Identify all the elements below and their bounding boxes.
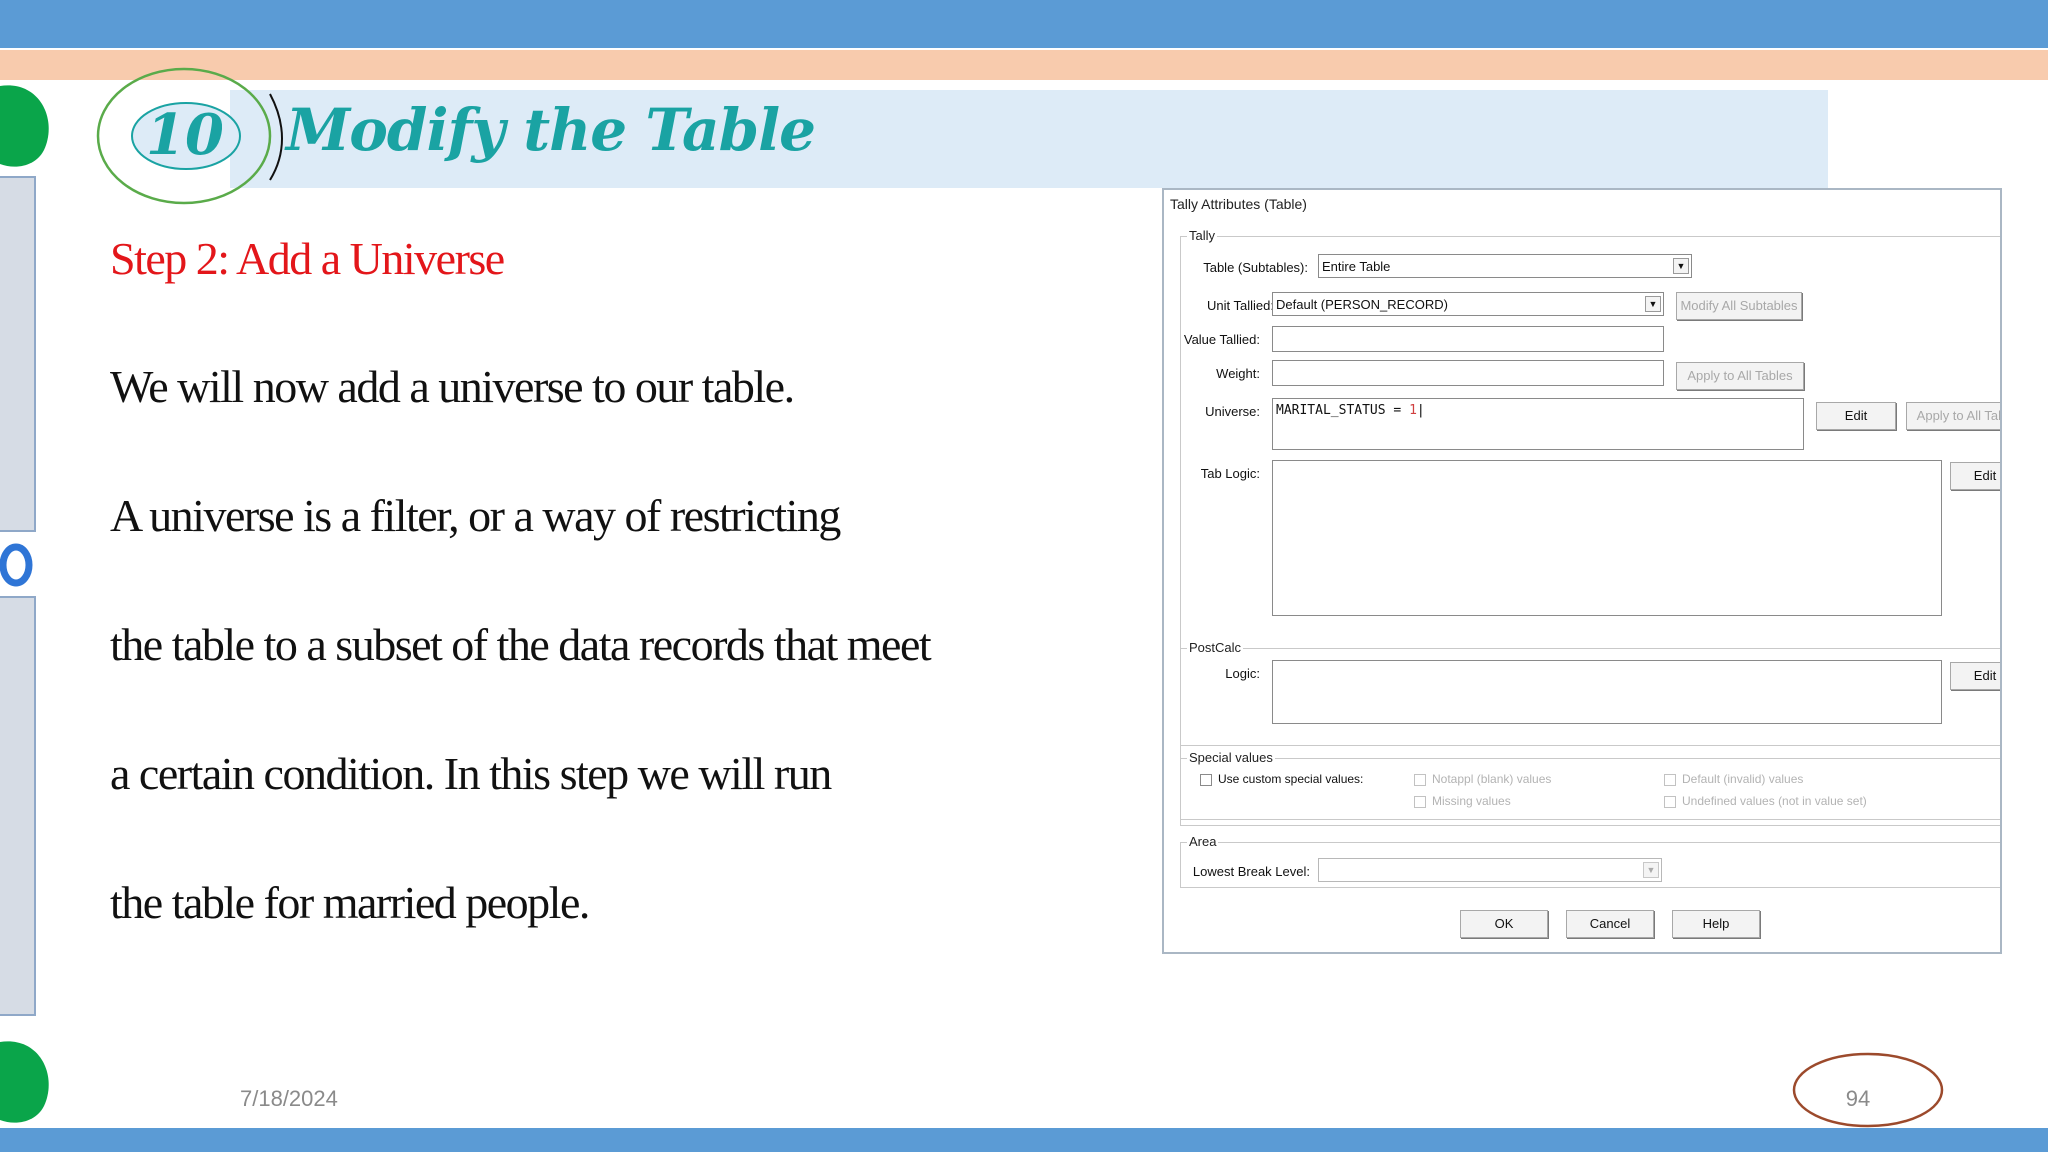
apply-to-all-tables-button[interactable]: Apply to All Tables: [1676, 362, 1804, 390]
use-custom-special-values-label: Use custom special values:: [1218, 772, 1364, 786]
undefined-values-label: Undefined values (not in value set): [1682, 794, 1867, 808]
top-peach-band: [0, 50, 2048, 80]
special-values-group: Special values: [1180, 750, 2000, 826]
cancel-button[interactable]: Cancel: [1566, 910, 1654, 938]
universe-edit-button[interactable]: Edit: [1816, 402, 1896, 430]
table-subtables-label: Table (Subtables):: [1203, 260, 1308, 275]
unit-tallied-label: Unit Tallied:: [1207, 298, 1274, 313]
table-subtables-select[interactable]: Entire Table ▼: [1318, 254, 1692, 278]
page-number: 94: [1845, 1086, 1871, 1111]
bottom-blue-band: [0, 1128, 2048, 1152]
notappl-values-checkbox[interactable]: [1414, 774, 1426, 786]
missing-values-checkbox[interactable]: [1414, 796, 1426, 808]
footer-date: 7/18/2024: [240, 1086, 338, 1111]
universe-apply-to-all-button[interactable]: Apply to All Tab: [1906, 402, 2000, 430]
body-line-3: the table to a subset of the data record…: [110, 619, 932, 670]
chevron-down-icon[interactable]: ▼: [1643, 862, 1659, 878]
unit-tallied-value: Default (PERSON_RECORD): [1276, 297, 1448, 312]
universe-input[interactable]: MARITAL_STATUS = 1|: [1272, 398, 1804, 450]
area-group-label: Area: [1187, 834, 1219, 849]
unit-tallied-select[interactable]: Default (PERSON_RECORD) ▼: [1272, 292, 1664, 316]
body-line-4: a certain condition. In this step we wil…: [110, 748, 832, 799]
universe-value-operator: =: [1393, 403, 1402, 418]
undefined-values-checkbox[interactable]: [1664, 796, 1676, 808]
chevron-down-icon[interactable]: ▼: [1645, 296, 1661, 312]
universe-value-name: MARITAL_STATUS: [1276, 403, 1386, 418]
top-blue-band: [0, 0, 2048, 48]
tab-logic-edit-button[interactable]: Edit: [1950, 462, 2000, 490]
lowest-break-level-label: Lowest Break Level:: [1192, 864, 1310, 879]
green-leaf-top-icon: [0, 85, 49, 167]
green-leaf-bottom-icon: [0, 1041, 49, 1123]
default-values-label: Default (invalid) values: [1682, 772, 1804, 786]
slide-number: 10: [146, 102, 224, 168]
body-line-1: We will now add a universe to our table.: [110, 361, 795, 412]
postcalc-edit-button[interactable]: Edit: [1950, 662, 2000, 690]
tab-logic-textarea[interactable]: [1272, 460, 1942, 616]
missing-values-label: Missing values: [1432, 794, 1511, 808]
special-values-group-label: Special values: [1187, 750, 1275, 765]
value-tallied-input[interactable]: [1272, 326, 1664, 352]
tally-group-label: Tally: [1187, 228, 1218, 243]
postcalc-logic-label: Logic:: [1225, 666, 1260, 681]
universe-label: Universe:: [1205, 404, 1260, 419]
universe-value-number: 1: [1409, 403, 1417, 418]
notappl-values-label: Notappl (blank) values: [1432, 772, 1552, 786]
help-button[interactable]: Help: [1672, 910, 1760, 938]
default-values-checkbox[interactable]: [1664, 774, 1676, 786]
tally-attributes-dialog: Tally Attributes (Table) Tally Table (Su…: [1162, 188, 2002, 954]
body-line-5: the table for married people.: [110, 877, 590, 928]
modify-all-subtables-button[interactable]: Modify All Subtables: [1676, 292, 1802, 320]
dialog-title: Tally Attributes (Table): [1170, 196, 1307, 212]
ok-button[interactable]: OK: [1460, 910, 1548, 938]
use-custom-special-values-checkbox[interactable]: [1200, 774, 1212, 786]
lowest-break-level-select[interactable]: ▼: [1318, 858, 1662, 882]
chevron-down-icon[interactable]: ▼: [1673, 258, 1689, 274]
blue-ring-icon: [0, 543, 33, 587]
postcalc-logic-textarea[interactable]: [1272, 660, 1942, 724]
weight-label: Weight:: [1216, 366, 1260, 381]
table-subtables-value: Entire Table: [1322, 259, 1391, 274]
value-tallied-label: Value Tallied:: [1183, 332, 1260, 347]
tab-logic-label: Tab Logic:: [1200, 466, 1260, 481]
step-heading: Step 2: Add a Universe: [110, 233, 505, 284]
left-decor-bar-bottom: [0, 596, 36, 1016]
weight-input[interactable]: [1272, 360, 1664, 386]
left-decor-bar-top: [0, 176, 36, 532]
postcalc-group-label: PostCalc: [1187, 640, 1244, 655]
page-title: Modify the Table: [286, 96, 816, 164]
body-line-2: A universe is a filter, or a way of rest…: [110, 490, 841, 541]
